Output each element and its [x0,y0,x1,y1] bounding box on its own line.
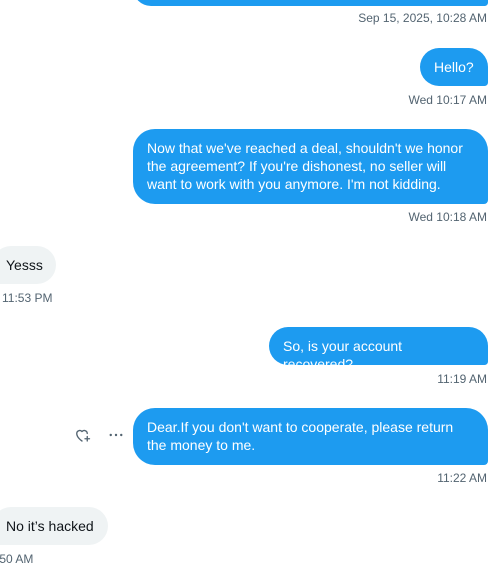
message-bubble-outgoing[interactable]: Hello? [420,48,488,86]
message-timestamp: Wed 10:17 AM [408,93,488,107]
message-bubble-incoming[interactable]: Yesss [0,246,56,284]
message-timestamp: 11:19 AM [437,372,487,386]
message-bubble-outgoing[interactable]: So, is your account recovered? [269,327,488,372]
message-actions [72,425,126,445]
message-timestamp: Sep 15, 2025, 10:28 AM [358,11,487,25]
message-bubble-outgoing[interactable]: Dear.If you don't want to cooperate, ple… [133,408,488,465]
message-timestamp: Wed 10:18 AM [408,210,488,224]
message-timestamp: :50 AM [0,552,34,566]
message-thread: Sep 15, 2025, 10:28 AM Hello? Wed 10:17 … [0,0,502,568]
heart-plus-icon[interactable] [72,425,92,445]
message-timestamp: i 11:53 PM [0,291,53,305]
message-bubble-incoming[interactable]: No it’s hacked [0,507,108,545]
more-horizontal-icon[interactable] [106,425,126,445]
message-bubble-outgoing[interactable] [133,0,488,6]
message-timestamp: 11:22 AM [437,471,487,485]
message-bubble-outgoing[interactable]: Now that we've reached a deal, shouldn't… [133,129,488,204]
